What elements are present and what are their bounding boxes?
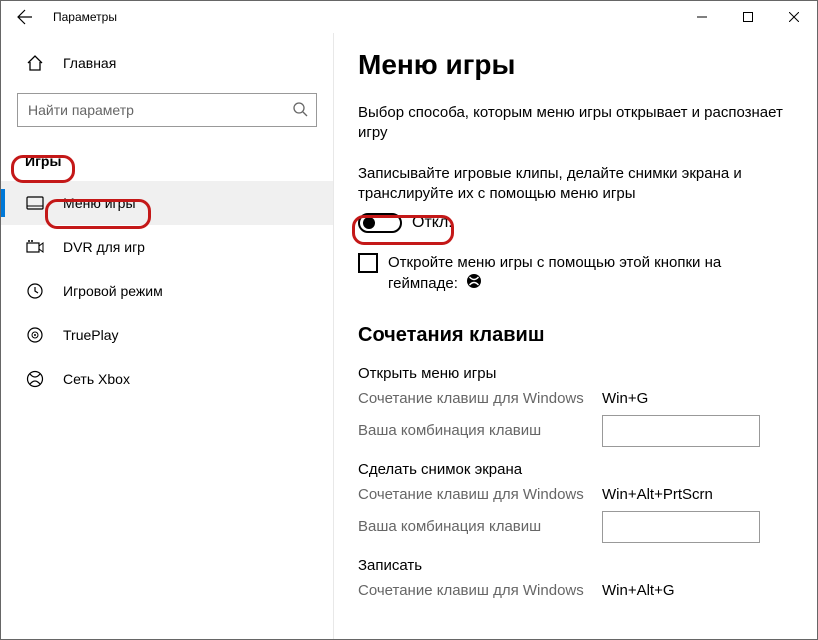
toggle-knob bbox=[363, 217, 375, 229]
sidebar-item-label: Меню игры bbox=[63, 195, 136, 211]
titlebar: Параметры bbox=[1, 1, 817, 33]
sidebar-category: Игры bbox=[1, 145, 333, 181]
dvr-icon bbox=[25, 237, 45, 257]
sidebar-item-xbox[interactable]: Сеть Xbox bbox=[1, 357, 333, 401]
minimize-icon bbox=[697, 12, 707, 22]
shortcut-group-screenshot: Сделать снимок экрана Сочетание клавиш д… bbox=[358, 461, 789, 543]
shortcut-group-record: Записать Сочетание клавиш для WindowsWin… bbox=[358, 557, 789, 599]
sidebar: Главная Найти параметр Игры Меню игры DV… bbox=[1, 33, 333, 639]
trueplay-icon bbox=[25, 325, 45, 345]
sidebar-item-dvr[interactable]: DVR для игр bbox=[1, 225, 333, 269]
minimize-button[interactable] bbox=[679, 1, 725, 33]
shortcut-name: Открыть меню игры bbox=[358, 365, 789, 382]
user-shortcut-label: Ваша комбинация клавиш bbox=[358, 422, 602, 439]
main-content: Меню игры Выбор способа, которым меню иг… bbox=[333, 33, 817, 639]
back-button[interactable] bbox=[1, 1, 49, 33]
sidebar-item-label: TruePlay bbox=[63, 327, 119, 343]
close-icon bbox=[789, 12, 799, 22]
win-shortcut-label: Сочетание клавиш для Windows bbox=[358, 582, 602, 599]
gamemode-icon bbox=[25, 281, 45, 301]
xbox-logo-icon bbox=[466, 273, 482, 295]
user-shortcut-label: Ваша комбинация клавиш bbox=[358, 518, 602, 535]
gamepad-checkbox-label: Откройте меню игры с помощью этой кнопки… bbox=[388, 253, 789, 296]
gamebar-icon bbox=[25, 193, 45, 213]
user-shortcut-input[interactable] bbox=[602, 511, 760, 543]
sidebar-item-label: DVR для игр bbox=[63, 239, 145, 255]
sidebar-item-gamebar[interactable]: Меню игры bbox=[1, 181, 333, 225]
gamepad-checkbox[interactable] bbox=[358, 253, 378, 273]
win-shortcut-label: Сочетание клавиш для Windows bbox=[358, 390, 602, 407]
sidebar-item-gamemode[interactable]: Игровой режим bbox=[1, 269, 333, 313]
gamebar-toggle[interactable] bbox=[358, 213, 402, 233]
search-placeholder: Найти параметр bbox=[28, 102, 134, 118]
page-title: Меню игры bbox=[358, 49, 789, 81]
sidebar-home-label: Главная bbox=[63, 55, 116, 71]
sidebar-item-trueplay[interactable]: TruePlay bbox=[1, 313, 333, 357]
home-icon bbox=[25, 53, 45, 73]
xbox-icon bbox=[25, 369, 45, 389]
sidebar-item-label: Сеть Xbox bbox=[63, 371, 130, 387]
maximize-icon bbox=[743, 12, 753, 22]
page-description: Выбор способа, которым меню игры открыва… bbox=[358, 103, 789, 142]
arrow-left-icon bbox=[17, 9, 33, 25]
shortcut-name: Сделать снимок экрана bbox=[358, 461, 789, 478]
shortcuts-header: Сочетания клавиш bbox=[358, 324, 789, 347]
sidebar-home[interactable]: Главная bbox=[1, 41, 333, 85]
win-shortcut-value: Win+Alt+G bbox=[602, 582, 675, 599]
window-title: Параметры bbox=[49, 10, 117, 24]
maximize-button[interactable] bbox=[725, 1, 771, 33]
toggle-description: Записывайте игровые клипы, делайте снимк… bbox=[358, 164, 789, 203]
search-input[interactable]: Найти параметр bbox=[17, 93, 317, 127]
toggle-state-label: Откл. bbox=[412, 214, 453, 232]
search-icon bbox=[292, 101, 308, 120]
user-shortcut-input[interactable] bbox=[602, 415, 760, 447]
win-shortcut-value: Win+Alt+PrtScrn bbox=[602, 486, 713, 503]
close-button[interactable] bbox=[771, 1, 817, 33]
win-shortcut-value: Win+G bbox=[602, 390, 648, 407]
shortcut-group-open: Открыть меню игры Сочетание клавиш для W… bbox=[358, 365, 789, 447]
sidebar-item-label: Игровой режим bbox=[63, 283, 163, 299]
shortcut-name: Записать bbox=[358, 557, 789, 574]
win-shortcut-label: Сочетание клавиш для Windows bbox=[358, 486, 602, 503]
